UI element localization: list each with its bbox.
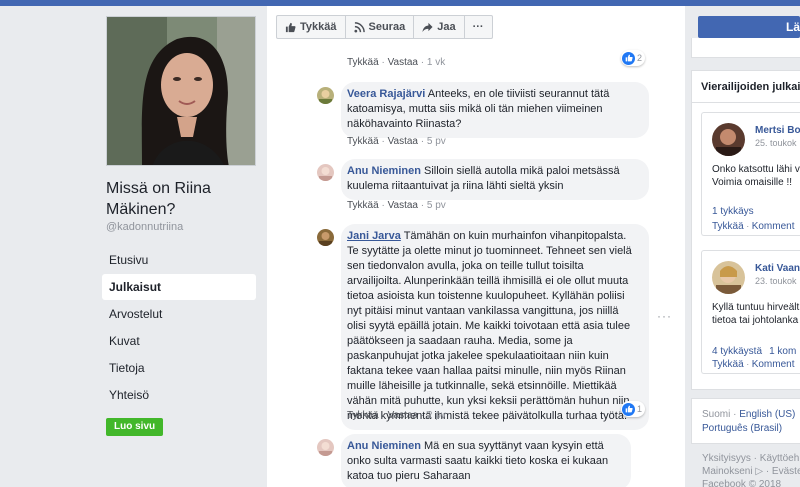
visitor-post: Kati Vaan 23. toukok Kyllä tuntuu hirveä…	[701, 250, 800, 374]
comment-author[interactable]: Anu Nieminen	[347, 165, 421, 177]
share-action[interactable]: Jaa	[413, 15, 465, 39]
share-label: Jaa	[437, 21, 456, 33]
share-arrow-icon	[422, 22, 433, 32]
language-box: Suomi · English (US) Português (Brasil)	[691, 398, 800, 444]
commenter-avatar[interactable]	[317, 87, 334, 104]
visitor-post-date[interactable]: 25. toukok	[755, 138, 800, 148]
visitor-post-text: Onko katsottu lähi v	[712, 164, 800, 175]
commenter-avatar[interactable]	[317, 229, 334, 246]
reaction-count[interactable]: 1	[621, 401, 646, 417]
language-link-english[interactable]: English (US)	[739, 409, 795, 420]
comment-text: Tämähän on kuin murhainfon vihanpitopals…	[347, 230, 632, 422]
commenter-avatar[interactable]	[317, 164, 334, 181]
comment-time[interactable]: 5 pv	[427, 200, 446, 211]
footer-links[interactable]: Mainokseni ▷ · Eväste	[702, 466, 800, 477]
visitor-post: Mertsi Bo 25. toukok Onko katsottu lähi …	[701, 112, 800, 236]
follow-action[interactable]: Seuraa	[344, 15, 415, 39]
comment-bubble: Veera Rajajärvi Anteeks, en ole tiiviist…	[341, 82, 649, 138]
comment-reply-link[interactable]: Vastaa	[388, 200, 418, 211]
comment-bubble: Anu Nieminen Silloin siellä autolla mikä…	[341, 159, 649, 200]
reaction-number: 2	[637, 53, 643, 63]
thumbs-up-icon	[285, 22, 296, 32]
visitor-post-actions: Tykkää · Komment	[712, 359, 795, 370]
right-box-top	[691, 38, 800, 58]
footer-links[interactable]: Yksityisyys · Käyttöeh	[702, 453, 799, 464]
visitor-post-like[interactable]: Tykkää	[712, 359, 744, 370]
like-reaction-icon	[622, 51, 635, 65]
comment-meta: Tykkää · Vastaa · 5 pv	[347, 136, 446, 147]
comment-time[interactable]: 2 pv	[427, 410, 446, 421]
like-label: Tykkää	[300, 21, 337, 33]
profile-picture[interactable]	[106, 16, 256, 166]
visitor-post-likes[interactable]: 4 tykkäystä	[712, 346, 762, 357]
like-page-action[interactable]: Tykkää	[276, 15, 346, 39]
reaction-number: 1	[637, 404, 643, 414]
comment-meta: Tykkää · Vastaa · 1 vk	[347, 57, 446, 68]
language-link-portuguese[interactable]: Português (Brasil)	[702, 423, 782, 434]
visitor-avatar[interactable]	[712, 123, 745, 156]
language-current: Suomi	[702, 409, 731, 420]
divider	[692, 102, 800, 103]
comment-reply-link[interactable]: Vastaa	[388, 410, 418, 421]
comment-author[interactable]: Anu Nieminen	[347, 440, 421, 452]
create-page-button[interactable]: Luo sivu	[106, 418, 164, 436]
comment-bubble: Jani Jarva Tämähän on kuin murhainfon vi…	[341, 224, 649, 430]
nav-item-arvostelut[interactable]: Arvostelut	[102, 301, 256, 327]
more-options-button[interactable]: ···	[463, 15, 493, 39]
visitor-post-actions: Tykkää · Komment	[712, 221, 795, 232]
rss-icon	[353, 21, 365, 33]
comment-like-link[interactable]: Tykkää	[347, 136, 379, 147]
page-nav: Etusivu Julkaisut Arvostelut Kuvat Tieto…	[102, 247, 256, 409]
nav-item-kuvat[interactable]: Kuvat	[102, 328, 256, 354]
comment-like-link[interactable]: Tykkää	[347, 57, 379, 68]
comment-like-link[interactable]: Tykkää	[347, 200, 379, 211]
visitor-post-like[interactable]: Tykkää	[712, 221, 744, 232]
reaction-count[interactable]: 2	[621, 50, 646, 66]
visitor-post-text: Voimia omaisille !!	[712, 177, 793, 188]
visitor-post-date[interactable]: 23. toukok	[755, 276, 800, 286]
visitor-avatar[interactable]	[712, 261, 745, 294]
visitor-post-text: tietoa tai johtolanka	[712, 315, 799, 326]
visitor-post-likes[interactable]: 1 tykkäys	[712, 206, 754, 217]
visitor-post-author[interactable]: Mertsi Bo	[755, 125, 800, 136]
visitor-post-comment[interactable]: Komment	[752, 221, 795, 232]
comment-like-link[interactable]: Tykkää	[347, 410, 379, 421]
page-action-bar: Tykkää Seuraa Jaa ···	[276, 15, 493, 39]
visitor-post-author[interactable]: Kati Vaan	[755, 263, 800, 274]
comment-time[interactable]: 5 pv	[427, 136, 446, 147]
like-reaction-icon	[622, 402, 635, 416]
comment-bubble: Anu Nieminen Mä en sua syyttänyt vaan ky…	[341, 434, 631, 487]
page-title: Missä on Riina Mäkinen?	[106, 180, 211, 218]
comment-author[interactable]: Veera Rajajärvi	[347, 88, 425, 100]
nav-item-julkaisut[interactable]: Julkaisut	[102, 274, 256, 300]
follow-label: Seuraa	[368, 21, 406, 33]
nav-item-etusivu[interactable]: Etusivu	[102, 247, 256, 273]
comment-reply-link[interactable]: Vastaa	[388, 136, 418, 147]
comment-reply-link[interactable]: Vastaa	[388, 57, 418, 68]
visitor-post-text: Kyllä tuntuu hirveält	[712, 302, 800, 313]
like-page-button[interactable]: Lä	[698, 16, 800, 38]
comment-time[interactable]: 1 vk	[427, 57, 445, 68]
visitor-posts-title: Vierailijoiden julkaisu	[701, 81, 800, 93]
nav-item-yhteiso[interactable]: Yhteisö	[102, 382, 256, 408]
comment-meta: Tykkää · Vastaa · 2 pv	[347, 410, 446, 421]
comment-options-icon[interactable]: ···	[657, 309, 672, 323]
footer-copyright: Facebook © 2018	[702, 479, 782, 487]
commenter-avatar[interactable]	[317, 439, 334, 456]
comment-author[interactable]: Jani Jarva	[347, 230, 401, 242]
nav-item-tietoja[interactable]: Tietoja	[102, 355, 256, 381]
visitor-post-comments[interactable]: 1 kom	[769, 346, 796, 357]
comment-meta: Tykkää · Vastaa · 5 pv	[347, 200, 446, 211]
page-handle[interactable]: @kadonnutriina	[106, 221, 183, 233]
visitor-post-comment[interactable]: Komment	[752, 359, 795, 370]
